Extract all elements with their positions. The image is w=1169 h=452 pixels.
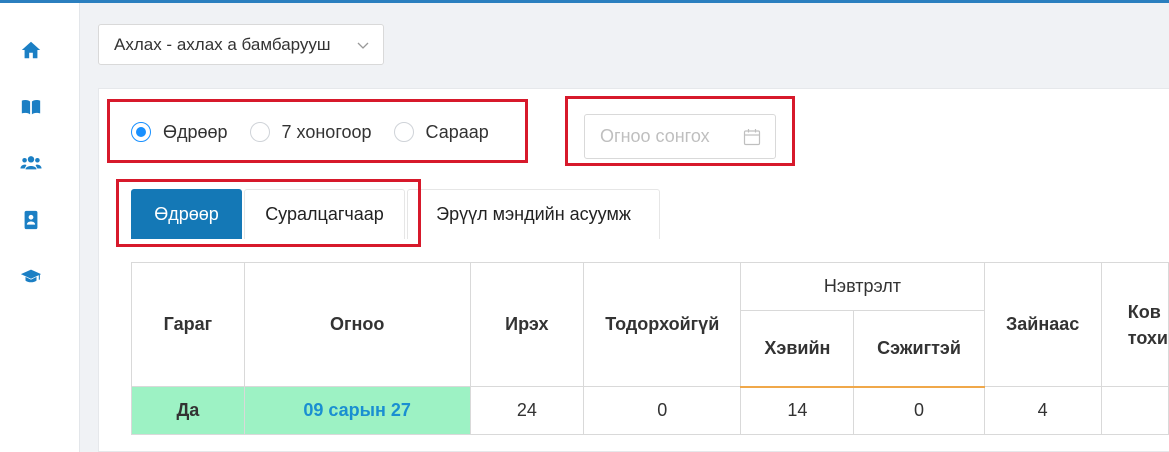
cell-good: 4 <box>983 386 1102 435</box>
group-select[interactable]: Ахлах - ахлах а бамбарууш <box>98 24 384 65</box>
radio-monthly-circle[interactable] <box>393 122 414 142</box>
date-picker-placeholder: Огноо сонгох <box>600 126 710 146</box>
cell-date-link[interactable]: 09 сарын 27 <box>243 386 471 435</box>
date-picker-input[interactable]: Огноо сонгох <box>584 114 776 159</box>
address-book-icon[interactable] <box>20 209 44 233</box>
home-icon[interactable] <box>20 39 44 63</box>
radio-monthly-label: Сараар <box>425 121 489 142</box>
cell-day: Да <box>131 386 245 435</box>
header-normal: Хэвийн <box>740 310 855 388</box>
report-table: Гараг Огноо Ирэх Тодорхойгүй Нэвтрэлт За… <box>131 262 1169 435</box>
main-content: Ахлах - ахлах а бамбарууш Өдрөөр 7 хоног… <box>80 3 1169 452</box>
table-row: Да 09 сарын 27 24 0 14 0 4 <box>131 386 1169 435</box>
cell-arrived: 24 <box>469 386 585 435</box>
tab-health-survey[interactable]: Эрүүл мэндийн асуумж <box>407 189 660 239</box>
header-attendance: Нэвтрэлт <box>740 262 985 311</box>
cell-partial <box>1100 386 1169 435</box>
period-radio-group: Өдрөөр 7 хоногоор Сараар <box>131 117 511 147</box>
cell-unknown: 0 <box>583 386 742 435</box>
cell-suspicious: 0 <box>853 386 985 435</box>
calendar-icon <box>743 129 761 146</box>
tab-by-student[interactable]: Суралцагчаар <box>244 189 405 239</box>
header-partial: Ков тохи <box>1100 262 1169 387</box>
radio-daily[interactable]: Өдрөөр <box>131 122 228 143</box>
radio-weekly-circle[interactable] <box>249 122 270 142</box>
group-select-value: Ахлах - ахлах а бамбарууш <box>114 34 331 54</box>
header-good: Зайнаас <box>983 262 1102 387</box>
cell-normal: 14 <box>740 386 855 435</box>
radio-weekly[interactable]: 7 хоногоор <box>249 121 372 143</box>
chevron-down-icon <box>357 42 369 49</box>
report-card: Өдрөөр 7 хоногоор Сараар Огноо сонгох Өд… <box>98 88 1169 452</box>
header-suspicious: Сэжигтэй <box>853 310 985 388</box>
radio-daily-label: Өдрөөр <box>163 121 228 142</box>
tab-bar: Өдрөөр Суралцагчаар Эрүүл мэндийн асуумж <box>131 189 662 241</box>
header-day: Гараг <box>131 262 245 387</box>
users-icon[interactable] <box>20 152 44 176</box>
header-unknown: Тодорхойгүй <box>583 262 742 387</box>
radio-daily-circle[interactable] <box>131 122 151 142</box>
book-icon[interactable] <box>20 96 44 120</box>
header-arrived: Ирэх <box>469 262 585 387</box>
header-date: Огноо <box>243 262 471 387</box>
sidebar <box>0 3 80 452</box>
tab-daily[interactable]: Өдрөөр <box>131 189 242 239</box>
radio-weekly-label: 7 хоногоор <box>281 121 372 142</box>
graduation-cap-icon[interactable] <box>20 265 44 289</box>
radio-monthly[interactable]: Сараар <box>393 121 489 143</box>
